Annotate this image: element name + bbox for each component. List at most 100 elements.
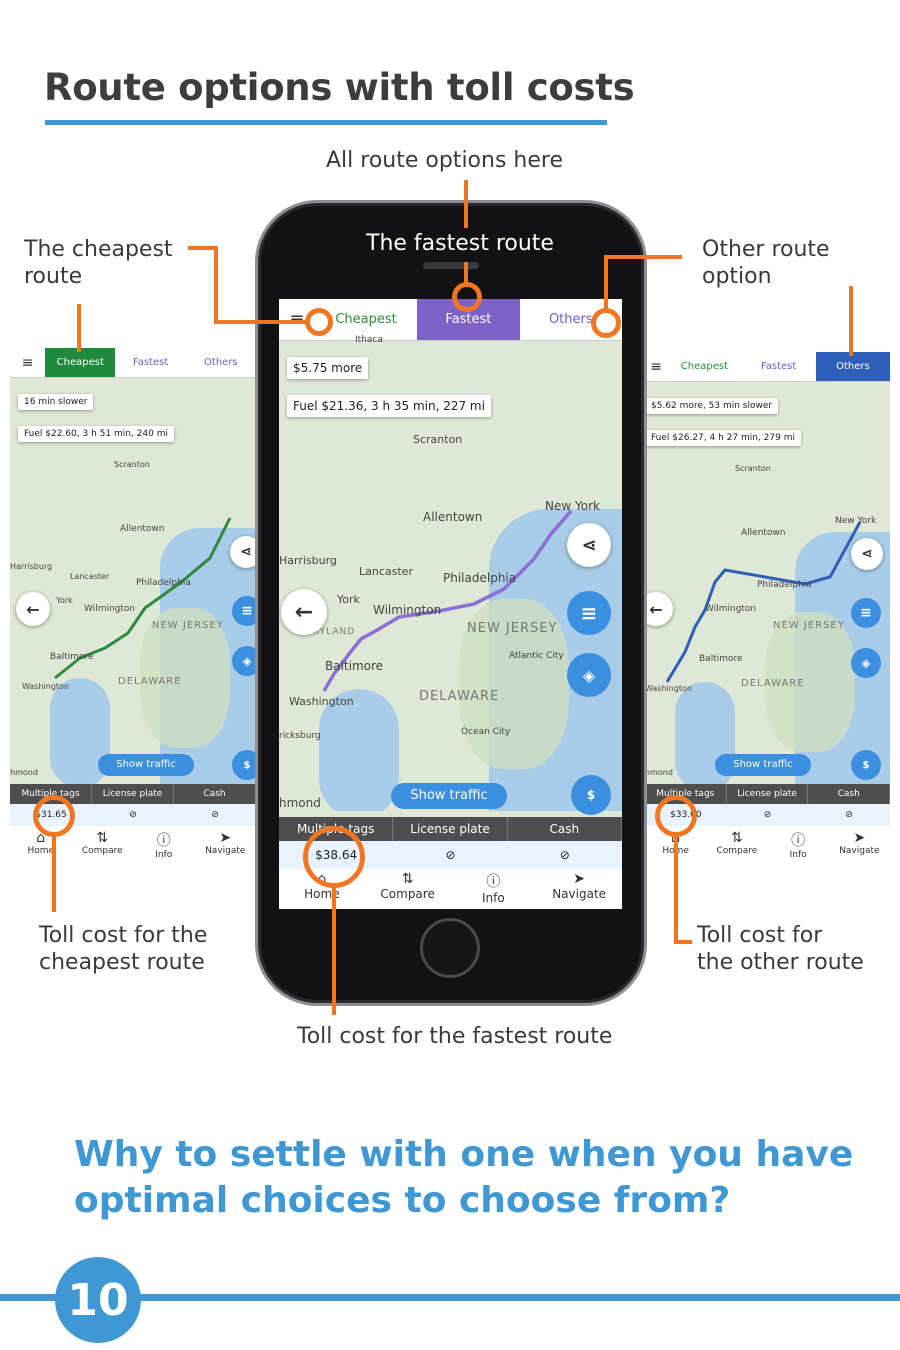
nav-compare[interactable]: ⇅ Compare: [706, 830, 767, 868]
layers-button[interactable]: ◈: [851, 648, 881, 678]
route-summary-box: Fuel $22.60, 3 h 51 min, 240 mi: [18, 426, 174, 442]
layers-button[interactable]: ◈: [232, 646, 256, 676]
cheapest-route-screen: ≡ Cheapest Fastest Others 16 min slower …: [10, 348, 256, 868]
route-summary-box: Fuel $26.27, 4 h 27 min, 279 mi: [645, 430, 801, 446]
city-label: Harrisburg: [279, 554, 337, 567]
no-entry-icon: ⊘: [445, 848, 456, 862]
layers-button[interactable]: ◈: [567, 653, 611, 697]
city-label: Lancaster: [359, 565, 413, 578]
compare-icon: ⇅: [96, 830, 109, 846]
tab-others[interactable]: Others: [815, 352, 890, 381]
connector-line: [464, 180, 468, 228]
connector-line: [464, 262, 468, 284]
show-traffic-button[interactable]: Show traffic: [715, 754, 811, 776]
nav-info[interactable]: ⓘ Info: [451, 871, 537, 909]
callout-all-options: All route options here: [326, 148, 563, 173]
route-summary-box: Fuel $21.36, 3 h 35 min, 227 mi: [287, 395, 491, 417]
info-icon: ⓘ: [791, 833, 806, 849]
nav-home[interactable]: ⌂Home: [10, 830, 72, 868]
menu-icon[interactable]: ≡: [645, 352, 667, 381]
nav-navigate[interactable]: ➤ Navigate: [195, 830, 257, 868]
state-label: DELAWARE: [118, 676, 182, 687]
callout-toll-cheapest: Toll cost for the cheapest route: [39, 923, 208, 975]
toll-header-plate: License plate: [727, 784, 809, 804]
tagline: Why to settle with one when you have opt…: [74, 1134, 854, 1221]
toll-header-cash: Cash: [808, 784, 890, 804]
tab-cheapest[interactable]: Cheapest: [667, 352, 741, 381]
connector-line: [849, 286, 853, 356]
share-button[interactable]: ⋖: [230, 536, 256, 568]
nav-compare[interactable]: ⇅ Compare: [365, 871, 451, 909]
connector-line: [674, 836, 678, 944]
city-label: Philadelphia: [136, 578, 191, 588]
connector-line: [52, 836, 56, 912]
tab-fastest[interactable]: Fastest: [742, 352, 816, 381]
state-label: NEW JERSEY: [773, 620, 845, 631]
list-button[interactable]: ≡: [851, 598, 881, 628]
callout-toll-fastest: Toll cost for the fastest route: [297, 1024, 613, 1049]
state-label: NEW JERSEY: [467, 621, 558, 636]
city-label: Washington: [22, 682, 70, 691]
toll-button[interactable]: $: [571, 775, 611, 815]
page-number: 10: [55, 1257, 141, 1343]
city-label: Washington: [289, 695, 354, 708]
connector-line: [77, 304, 81, 352]
title-underline: [45, 120, 607, 125]
connector-line: [214, 246, 218, 324]
back-button[interactable]: ←: [16, 592, 50, 626]
map[interactable]: [645, 352, 890, 784]
tab-cheapest[interactable]: Cheapest: [45, 348, 116, 377]
info-icon: ⓘ: [486, 874, 501, 890]
compare-icon: ⇅: [731, 830, 743, 846]
nav-compare[interactable]: ⇅ Compare: [72, 830, 134, 868]
list-button[interactable]: ≡: [232, 596, 256, 626]
toll-button[interactable]: $: [232, 750, 256, 780]
city-label: York: [56, 596, 73, 605]
menu-icon[interactable]: ≡: [10, 348, 45, 377]
no-entry-icon: ⊘: [845, 810, 853, 820]
show-traffic-button[interactable]: Show traffic: [98, 754, 194, 776]
highlight-ring: [303, 826, 365, 888]
city-label: Scranton: [735, 464, 771, 473]
city-label: Wilmington: [84, 604, 136, 614]
city-label: Allentown: [120, 524, 165, 534]
city-label: hmond: [279, 796, 321, 810]
toll-header-plate: License plate: [92, 784, 174, 804]
callout-other: Other route option: [702, 237, 830, 289]
list-button[interactable]: ≡: [567, 591, 611, 635]
share-button[interactable]: ⋖: [851, 538, 883, 570]
back-button[interactable]: ←: [281, 589, 327, 635]
nav-info[interactable]: ⓘ Info: [133, 830, 195, 868]
share-button[interactable]: ⋖: [567, 523, 611, 567]
nav-navigate[interactable]: ➤ Navigate: [829, 830, 890, 868]
other-route-screen: ≡ Cheapest Fastest Others $5.62 more, 53…: [645, 352, 890, 868]
tab-others[interactable]: Others: [186, 348, 256, 377]
highlight-ring: [33, 795, 75, 837]
city-label: York: [337, 593, 360, 606]
phone-speaker: [423, 262, 479, 269]
route-line: [665, 521, 862, 683]
route-delta-box: $5.62 more, 53 min slower: [645, 398, 779, 414]
city-label: Lancaster: [70, 572, 110, 581]
navigate-icon: ➤: [219, 830, 232, 846]
city-label: ricksburg: [279, 731, 321, 741]
nav-navigate[interactable]: ➤ Navigate: [536, 871, 622, 909]
city-label: Atlantic City: [509, 651, 564, 661]
nav-info[interactable]: ⓘ Info: [768, 830, 829, 868]
tab-fastest[interactable]: Fastest: [115, 348, 185, 377]
fastest-route-screen: ≡ Cheapest Fastest Others Ithaca $5.75 m…: [279, 299, 622, 909]
state-label: NEW JERSEY: [152, 620, 224, 631]
toll-header-cash: Cash: [508, 817, 622, 841]
connector-line: [604, 255, 682, 259]
city-label: Wilmington: [373, 603, 442, 617]
connector-line: [332, 887, 336, 1015]
city-label: hmond: [645, 768, 673, 777]
callout-toll-other: Toll cost for the other route: [697, 923, 864, 975]
navigate-icon: ➤: [853, 830, 866, 846]
connector-line: [674, 940, 692, 944]
show-traffic-button[interactable]: Show traffic: [391, 783, 507, 809]
highlight-ring: [655, 795, 697, 837]
navigate-icon: ➤: [573, 871, 585, 887]
toll-header-cash: Cash: [174, 784, 256, 804]
toll-button[interactable]: $: [851, 750, 881, 780]
